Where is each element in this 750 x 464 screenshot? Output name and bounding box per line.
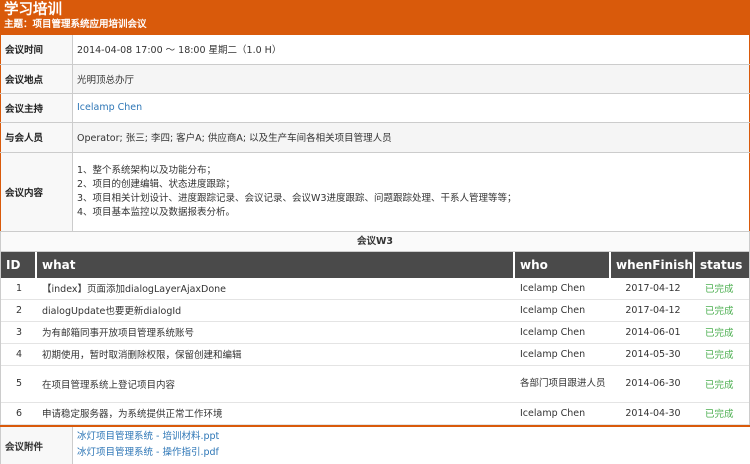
content-line: 1、整个系统架构以及功能分布； [77,164,217,176]
row-who: Icelamp Chen [515,278,611,300]
meeting-subject: 主题：项目管理系统应用培训会议 [4,19,147,30]
row-who: Icelamp Chen [515,344,611,366]
info-row-place: 会议地点 光明顶总办厅 [0,64,750,94]
content-label: 会议内容 [0,152,73,232]
row-when: 2014-06-30 [611,366,695,403]
col-header-id: ID [1,251,37,278]
row-who: Icelamp Chen [515,322,611,344]
col-header-status: status [695,251,749,278]
page-header: 学习培训 主题：项目管理系统应用培训会议 [0,0,750,35]
time-value: 2014-04-08 17:00 ～ 18:00 星期二（1.0 H） [72,35,750,65]
meeting-info-table: 会议时间 2014-04-08 17:00 ～ 18:00 星期二（1.0 H）… [0,35,750,232]
attendees-value: Operator; 张三; 李四; 客户A; 供应商A; 以及生产车间各相关项目… [72,122,750,153]
row-id: 4 [1,344,37,366]
attachment-link[interactable]: 冰灯项目管理系统 - 操作指引.pdf [77,447,219,458]
row-when: 2014-05-30 [611,344,695,366]
attachments-list: 冰灯项目管理系统 - 培训材料.ppt 冰灯项目管理系统 - 操作指引.pdf [73,426,750,464]
col-header-who: who [515,251,611,278]
row-who: Icelamp Chen [515,300,611,322]
time-label: 会议时间 [0,35,73,65]
row-id: 2 [1,300,37,322]
row-id: 1 [1,278,37,300]
info-row-time: 会议时间 2014-04-08 17:00 ～ 18:00 星期二（1.0 H） [0,35,750,65]
col-header-what: what [37,251,515,278]
col-header-when: whenFinish [611,251,695,278]
info-row-content: 会议内容 1、整个系统架构以及功能分布； 2、项目的创建编辑、状态进度跟踪； 3… [0,152,750,232]
status-badge: 已完成 [695,344,749,366]
status-badge: 已完成 [695,403,749,425]
row-id: 6 [1,403,37,425]
status-badge: 已完成 [695,278,749,300]
content-line: 3、项目相关计划设计、进度跟踪记录、会议记录、会议W3进度跟踪、问题跟踪处理、干… [77,192,517,204]
info-row-attendees: 与会人员 Operator; 张三; 李四; 客户A; 供应商A; 以及生产车间… [0,122,750,153]
row-when: 2017-04-12 [611,278,695,300]
content-line: 2、项目的创建编辑、状态进度跟踪； [77,178,236,190]
table-row: 3 为有邮箱同事开放项目管理系统账号 Icelamp Chen 2014-06-… [1,322,749,344]
row-id: 3 [1,322,37,344]
host-label: 会议主持 [0,93,73,123]
table-row: 4 初期使用，暂时取消删除权限，保留创建和编辑 Icelamp Chen 201… [1,344,749,366]
table-row: 5 在项目管理系统上登记项目内容 各部门项目跟进人员 2014-06-30 已完… [1,366,749,403]
row-what: dialogUpdate也要更新dialogId [37,300,515,322]
attendees-label: 与会人员 [0,122,73,153]
status-badge: 已完成 [695,366,749,403]
row-id: 5 [1,366,37,403]
host-link[interactable]: Icelamp Chen [77,102,142,113]
place-label: 会议地点 [0,64,73,94]
row-what: 初期使用，暂时取消删除权限，保留创建和编辑 [37,344,515,366]
row-what: 为有邮箱同事开放项目管理系统账号 [37,322,515,344]
attachments-label: 会议附件 [0,425,73,464]
row-what: 申请稳定服务器，为系统提供正常工作环境 [37,403,515,425]
row-what: 在项目管理系统上登记项目内容 [37,366,515,403]
place-value: 光明顶总办厅 [72,64,750,94]
w3-section-title: 会议W3 [0,231,750,252]
content-line: 4、项目基本监控以及数据报表分析。 [77,206,236,218]
row-when: 2017-04-12 [611,300,695,322]
table-row: 6 申请稳定服务器，为系统提供正常工作环境 Icelamp Chen 2014-… [1,403,749,425]
row-when: 2014-04-30 [611,403,695,425]
row-when: 2014-06-01 [611,322,695,344]
table-row: 1 【index】页面添加dialogLayerAjaxDone Icelamp… [1,278,749,300]
row-who: Icelamp Chen [515,403,611,425]
table-row: 2 dialogUpdate也要更新dialogId Icelamp Chen … [1,300,749,322]
row-what: 【index】页面添加dialogLayerAjaxDone [37,278,515,300]
row-who: 各部门项目跟进人员 [515,366,611,403]
content-value: 1、整个系统架构以及功能分布； 2、项目的创建编辑、状态进度跟踪； 3、项目相关… [72,152,750,232]
status-badge: 已完成 [695,300,749,322]
attachment-link[interactable]: 冰灯项目管理系统 - 培训材料.ppt [77,431,219,442]
attachments-table: 会议附件 冰灯项目管理系统 - 培训材料.ppt 冰灯项目管理系统 - 操作指引… [0,424,750,464]
attachments-row: 会议附件 冰灯项目管理系统 - 培训材料.ppt 冰灯项目管理系统 - 操作指引… [0,425,750,464]
page-title: 学习培训 [4,2,62,18]
w3-table: ID what who whenFinish status 1 【index】页… [0,251,750,425]
host-cell: Icelamp Chen [72,93,750,123]
status-badge: 已完成 [695,322,749,344]
info-row-host: 会议主持 Icelamp Chen [0,93,750,123]
w3-header-row: ID what who whenFinish status [1,251,749,278]
